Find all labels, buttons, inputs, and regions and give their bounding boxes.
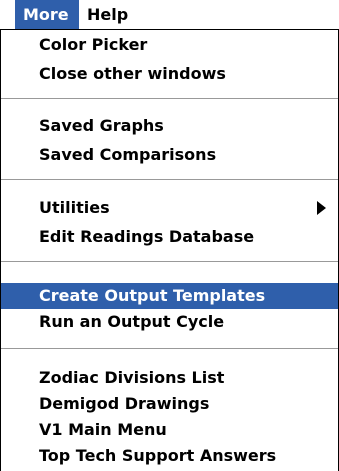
menu-item-saved-graphs[interactable]: Saved Graphs	[1, 113, 338, 139]
menu-item-v1-main-menu[interactable]: V1 Main Menu	[1, 417, 338, 443]
menu-separator	[1, 261, 338, 262]
menu-item-demigod-drawings[interactable]: Demigod Drawings	[1, 391, 338, 417]
submenu-arrow-icon	[317, 201, 326, 215]
menu-item-color-picker[interactable]: Color Picker	[1, 32, 338, 58]
menu-item-zodiac-divisions-list[interactable]: Zodiac Divisions List	[1, 365, 338, 391]
menu-item-utilities-label: Utilities	[39, 198, 110, 217]
menu-item-saved-comparisons[interactable]: Saved Comparisons	[1, 142, 338, 168]
menu-item-run-an-output-cycle[interactable]: Run an Output Cycle	[1, 309, 338, 335]
more-dropdown-menu: Color Picker Close other windows Saved G…	[0, 30, 339, 471]
menu-item-edit-readings-database[interactable]: Edit Readings Database	[1, 224, 338, 250]
menu-item-close-other-windows[interactable]: Close other windows	[1, 61, 338, 87]
menu-item-top-tech-support-answers[interactable]: Top Tech Support Answers	[1, 443, 338, 469]
menu-separator	[1, 348, 338, 349]
menu-title-help[interactable]: Help	[79, 0, 139, 29]
menu-title-more[interactable]: More	[15, 0, 79, 29]
menu-item-utilities[interactable]: Utilities	[1, 195, 338, 221]
menu-bar: More Help	[0, 0, 339, 30]
menu-item-create-output-templates[interactable]: Create Output Templates	[1, 283, 338, 309]
menu-separator	[1, 98, 338, 99]
menu-separator	[1, 179, 338, 180]
